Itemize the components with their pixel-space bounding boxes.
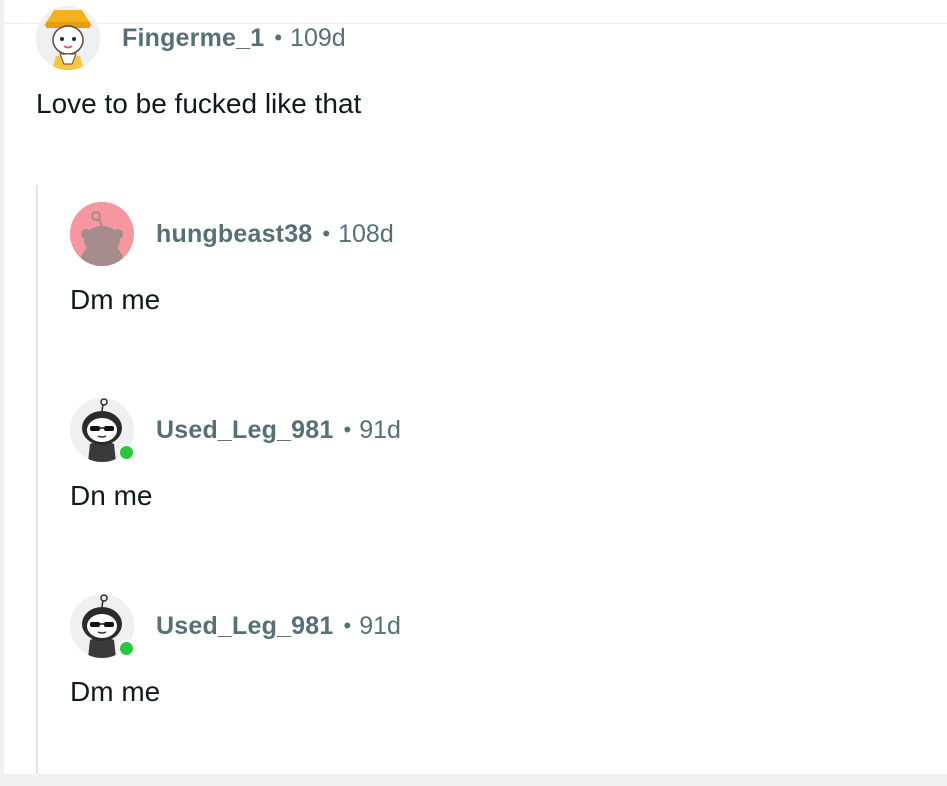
- online-status-icon: [118, 640, 135, 657]
- avatar[interactable]: [70, 202, 134, 266]
- avatar[interactable]: [36, 6, 100, 70]
- username[interactable]: hungbeast38: [156, 220, 312, 249]
- timestamp[interactable]: 108d: [338, 220, 394, 249]
- pink-default-snoo-icon: [70, 202, 134, 266]
- comment-body: Dm me: [70, 284, 161, 315]
- comment-header: Used_Leg_981 • 91d: [70, 594, 401, 658]
- separator-dot: •: [274, 25, 283, 50]
- thread-line[interactable]: [36, 185, 38, 774]
- comment-thread: Fingerme_1 • 109d Love to be fucked like…: [4, 0, 947, 774]
- separator-dot: •: [322, 221, 331, 246]
- online-status-icon: [118, 444, 135, 461]
- comment-header: Fingerme_1 • 109d: [36, 6, 346, 70]
- username[interactable]: Used_Leg_981: [156, 612, 334, 641]
- timestamp[interactable]: 91d: [359, 612, 401, 641]
- comment-body: Dm me: [70, 676, 161, 707]
- separator-dot: •: [343, 613, 352, 638]
- comment-header: Used_Leg_981 • 91d: [70, 398, 401, 462]
- avatar-wrapper: [70, 594, 135, 658]
- yellow-hat-character-icon: [36, 6, 100, 70]
- avatar-wrapper: [70, 398, 135, 462]
- comment-header: hungbeast38 • 108d: [70, 202, 394, 266]
- timestamp[interactable]: 91d: [359, 416, 401, 445]
- username[interactable]: Fingerme_1: [122, 24, 264, 53]
- separator-dot: •: [343, 417, 352, 442]
- username[interactable]: Used_Leg_981: [156, 416, 334, 445]
- timestamp[interactable]: 109d: [290, 24, 346, 53]
- comment-body: Love to be fucked like that: [36, 88, 362, 119]
- comment-body: Dn me: [70, 480, 153, 511]
